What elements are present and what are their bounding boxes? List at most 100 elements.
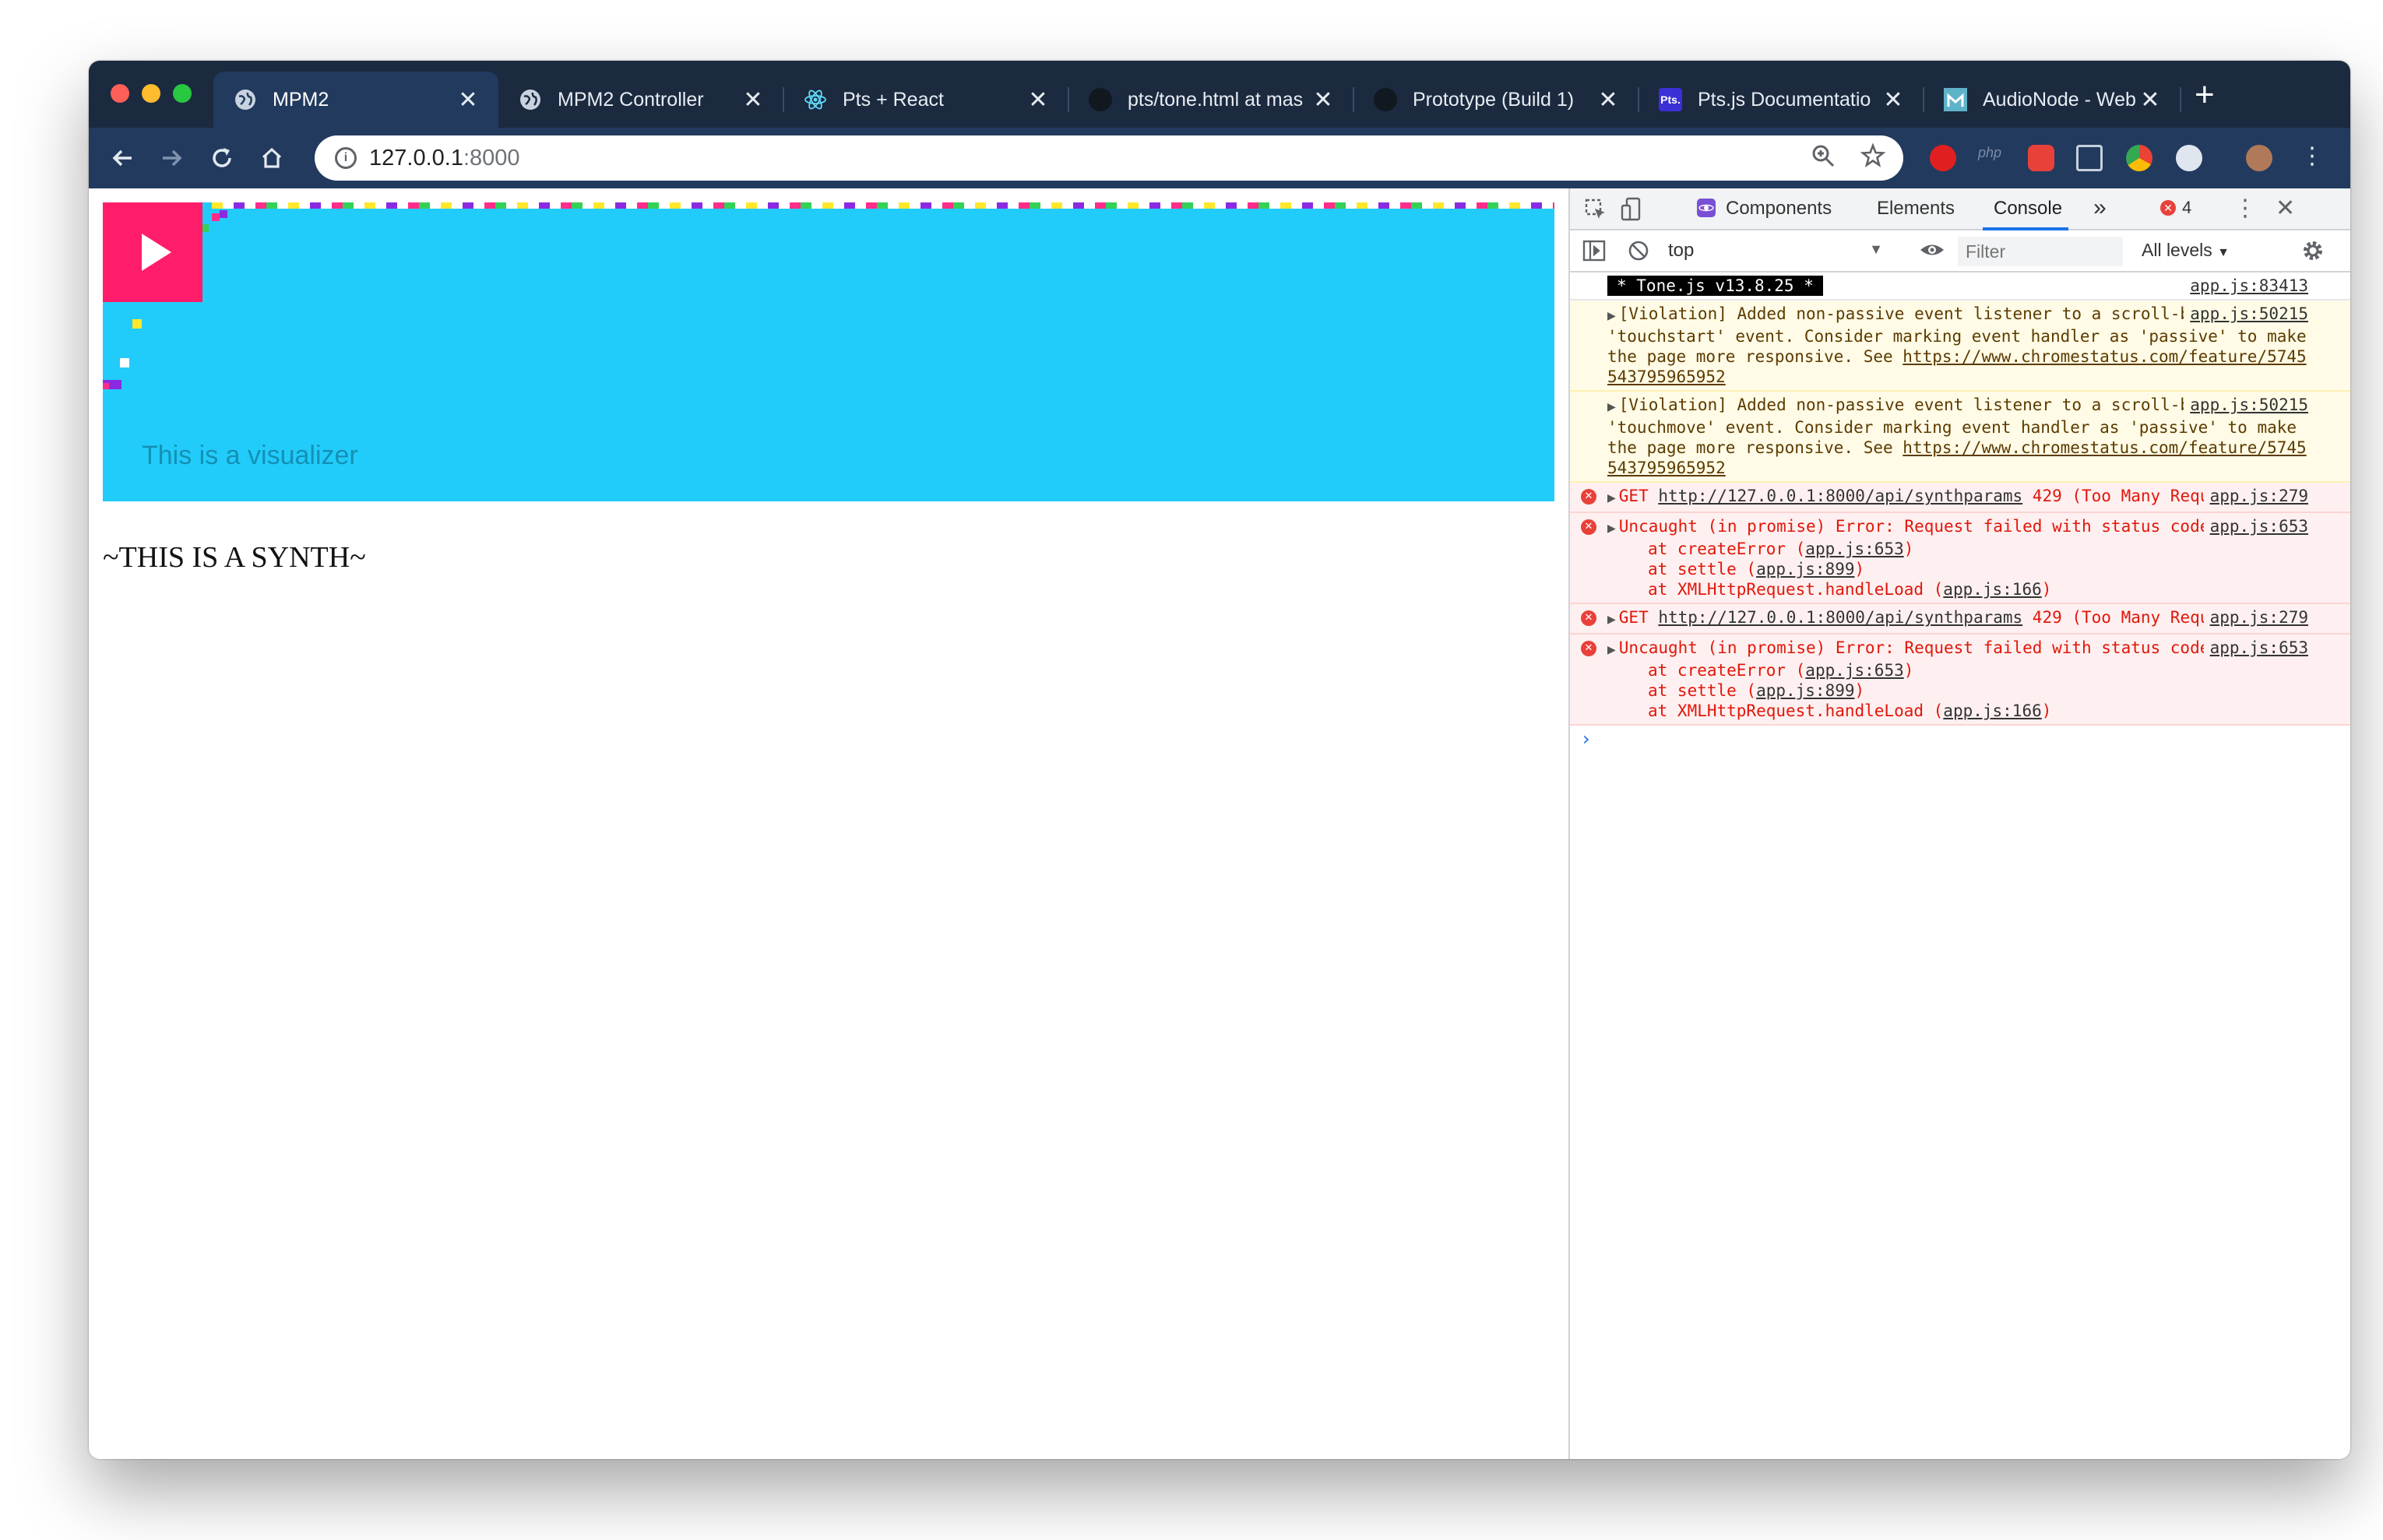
tab-pts-tone-html[interactable]: pts/tone.html at mas ✕	[1068, 72, 1354, 128]
new-tab-button[interactable]: +	[2195, 78, 2215, 112]
request-method: GET	[1618, 487, 1659, 505]
circle-extension-icon[interactable]	[2176, 145, 2202, 171]
clear-console-icon[interactable]	[1628, 240, 1649, 267]
error-icon: ✕	[1581, 641, 1596, 656]
globe-icon	[234, 88, 257, 111]
expand-triangle-icon[interactable]: ▶	[1607, 522, 1616, 535]
zoom-icon[interactable]	[1810, 142, 1836, 176]
console-message-error[interactable]: ✕ ▶ GET http://127.0.0.1:8000/api/synthpa…	[1570, 604, 2350, 635]
stack-frame-link[interactable]: app.js:899	[1756, 681, 1854, 700]
visualizer-canvas[interactable]: This is a visualizer	[103, 202, 1554, 501]
expand-triangle-icon[interactable]: ▶	[1607, 644, 1616, 656]
stack-frame-link[interactable]: app.js:653	[1805, 661, 1903, 680]
forward-button[interactable]	[153, 139, 192, 178]
stack-frame-link[interactable]: app.js:166	[1943, 701, 2041, 720]
source-link[interactable]: app.js:653	[2203, 638, 2308, 658]
visualizer-particle	[120, 358, 129, 367]
play-button[interactable]	[103, 202, 202, 302]
more-tabs-chevron-icon[interactable]: »	[2093, 195, 2107, 221]
tab-components[interactable]: Components	[1726, 198, 1832, 220]
tab-strip: MPM2 ✕ MPM2 Controller ✕ Pts + React ✕ p…	[89, 61, 2350, 128]
play-icon	[142, 234, 171, 271]
console-message-error[interactable]: ✕ ▶ GET http://127.0.0.1:8000/api/synthpa…	[1570, 483, 2350, 513]
minimize-window-button[interactable]	[142, 84, 160, 103]
tab-console[interactable]: Console	[1994, 198, 2062, 220]
back-button[interactable]	[103, 139, 142, 178]
php-extension-icon[interactable]: php	[1978, 145, 2005, 171]
browser-window: MPM2 ✕ MPM2 Controller ✕ Pts + React ✕ p…	[89, 61, 2350, 1459]
menu-kebab-icon[interactable]: ⋮	[2299, 145, 2325, 171]
extension-icon[interactable]	[2028, 145, 2054, 171]
synth-heading: ~THIS IS A SYNTH~	[103, 541, 366, 574]
console-message-warning[interactable]: ▶ [Violation] Added non-passive event lis…	[1570, 392, 2350, 483]
devtools-menu-kebab-icon[interactable]: ⋮	[2233, 195, 2257, 222]
tab-elements[interactable]: Elements	[1877, 198, 1955, 220]
info-icon[interactable]: i	[335, 147, 357, 169]
stack-frame-link[interactable]: app.js:899	[1756, 560, 1854, 578]
stack-frame-link[interactable]: app.js:166	[1943, 580, 2041, 599]
tab-close-icon[interactable]: ✕	[1596, 86, 1620, 114]
console-prompt[interactable]: ›	[1570, 726, 2350, 757]
console-settings-gear-icon[interactable]	[2300, 238, 2325, 269]
inspect-element-icon[interactable]	[1584, 198, 1607, 227]
tab-close-icon[interactable]: ✕	[1881, 86, 1905, 114]
tab-mpm2-controller[interactable]: MPM2 Controller ✕	[498, 72, 784, 128]
error-count-badge[interactable]: ✕ 4	[2160, 198, 2191, 218]
live-expression-eye-icon[interactable]	[1919, 238, 1945, 267]
sidebar-toggle-icon[interactable]	[1582, 240, 1606, 267]
console-log: * Tone.js v13.8.25 * app.js:83413 ▶ [Viol…	[1570, 272, 2350, 757]
tab-mpm2[interactable]: MPM2 ✕	[213, 72, 498, 128]
tab-prototype-build[interactable]: Prototype (Build 1) ✕	[1353, 72, 1639, 128]
request-url-link[interactable]: http://127.0.0.1:8000/api/synthparams	[1658, 487, 2022, 505]
stack-frame-link[interactable]: app.js:653	[1805, 540, 1903, 558]
console-message-error[interactable]: ✕ ▶ Uncaught (in promise) Error: Request …	[1570, 635, 2350, 726]
tab-pts-react[interactable]: Pts + React ✕	[783, 72, 1069, 128]
tab-close-icon[interactable]: ✕	[456, 86, 480, 114]
log-levels-dropdown[interactable]: All levels ▼	[2142, 240, 2230, 261]
request-url-link[interactable]: http://127.0.0.1:8000/api/synthparams	[1658, 608, 2022, 627]
tab-audionode[interactable]: AudioNode - Web A ✕	[1924, 72, 2181, 128]
source-link[interactable]: app.js:50215	[2184, 395, 2308, 415]
home-button[interactable]	[252, 139, 291, 178]
back-arrow-icon	[112, 149, 132, 167]
console-message-warning[interactable]: ▶ [Violation] Added non-passive event lis…	[1570, 301, 2350, 392]
tab-close-icon[interactable]: ✕	[1026, 86, 1050, 114]
address-bar[interactable]: i 127.0.0.1:8000	[315, 135, 1903, 181]
devtools-panel: Components Elements Console » ✕ 4 ⋮ ✕ top…	[1568, 188, 2350, 1459]
expand-triangle-icon[interactable]: ▶	[1607, 614, 1616, 626]
forward-arrow-icon	[163, 149, 182, 167]
bookmark-star-icon[interactable]	[1860, 142, 1886, 176]
tab-close-icon[interactable]: ✕	[1311, 86, 1335, 114]
stack-frame: at createError (app.js:653)	[1648, 661, 1914, 680]
maximize-window-button[interactable]	[173, 84, 192, 103]
stack-frame: at settle (app.js:899)	[1648, 681, 1865, 700]
visualizer-particle	[212, 213, 220, 221]
source-link[interactable]: app.js:279	[2203, 607, 2308, 628]
context-selector[interactable]: top ▼	[1668, 240, 1883, 262]
source-link[interactable]: app.js:279	[2203, 486, 2308, 506]
close-window-button[interactable]	[111, 84, 129, 103]
tab-close-icon[interactable]: ✕	[741, 86, 765, 114]
error-text: Uncaught (in promise) Error: Request fai…	[1618, 638, 2249, 657]
visualizer-particle	[220, 210, 227, 218]
console-filter-bar: top▼ All levels ▼	[1570, 230, 2350, 272]
chrome-extension-icon[interactable]	[2126, 145, 2152, 171]
css-extension-icon[interactable]	[2076, 145, 2103, 171]
expand-triangle-icon[interactable]: ▶	[1607, 492, 1616, 505]
adblock-extension-icon[interactable]	[1930, 145, 1956, 171]
tab-pts-documentation[interactable]: Pts. Pts.js Documentatio ✕	[1639, 72, 1924, 128]
source-link[interactable]: app.js:50215	[2184, 304, 2308, 324]
stack-frame: at settle (app.js:899)	[1648, 560, 1865, 578]
console-filter-input[interactable]	[1958, 237, 2123, 266]
console-message-error[interactable]: ✕ ▶ Uncaught (in promise) Error: Request …	[1570, 513, 2350, 604]
source-link[interactable]: app.js:653	[2203, 516, 2308, 536]
reload-button[interactable]	[202, 139, 241, 178]
expand-triangle-icon[interactable]: ▶	[1607, 401, 1616, 413]
source-link[interactable]: app.js:83413	[2184, 276, 2308, 296]
expand-triangle-icon[interactable]: ▶	[1607, 310, 1616, 322]
profile-avatar[interactable]	[2246, 145, 2272, 171]
tab-label: MPM2 Controller	[558, 88, 704, 111]
device-toolbar-icon[interactable]	[1620, 196, 1643, 228]
tab-close-icon[interactable]: ✕	[2138, 86, 2162, 114]
close-devtools-icon[interactable]: ✕	[2276, 195, 2295, 222]
